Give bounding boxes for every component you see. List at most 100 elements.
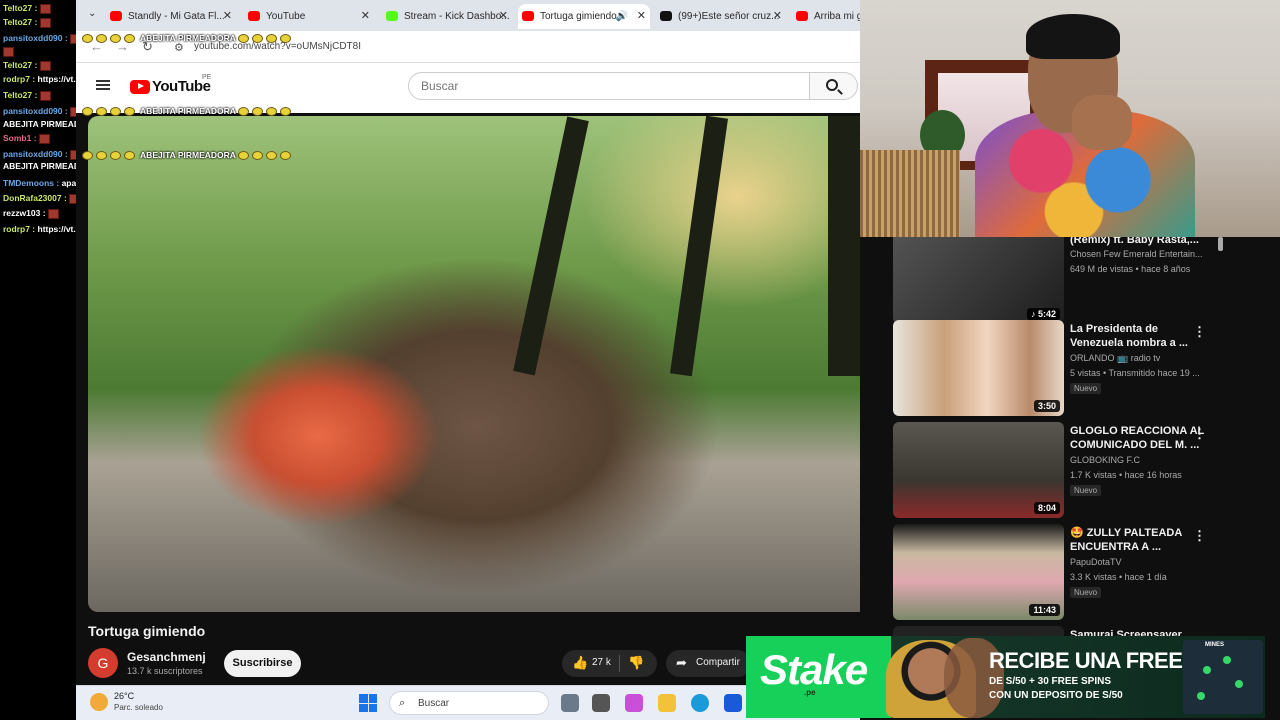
weather-sun-icon[interactable] — [90, 693, 108, 711]
youtube-logo[interactable]: YouTube — [130, 78, 211, 95]
recommendation-channel[interactable]: Chosen Few Emerald Entertain... — [1070, 249, 1203, 259]
webcam-chair — [860, 150, 960, 237]
more-options-icon[interactable]: ⋮ — [1193, 426, 1206, 442]
tab-bar: ⌄ Standly - Mi Gata Fl... ✕ YouTube ✕ St… — [76, 0, 860, 31]
taskbar-search[interactable]: ⌕ Buscar — [389, 691, 549, 715]
recommendation-title[interactable]: GLOGLO REACCIONA AL COMUNICADO DEL M. ..… — [1070, 424, 1205, 452]
chat-username[interactable]: Telto27 : — [3, 3, 37, 13]
chat-message: ABEJITA PIRMEADORA — [3, 160, 76, 172]
scrollbar-thumb[interactable] — [1218, 237, 1223, 251]
chat-overlay-line: ABEJITA PIRMEADORA — [82, 33, 294, 44]
edge-icon[interactable] — [691, 694, 709, 712]
divider — [619, 655, 620, 672]
video-thumbnail[interactable]: 3:50 — [893, 320, 1064, 416]
chat-username[interactable]: Telto27 : — [3, 17, 37, 27]
chat-emote-icon — [39, 17, 51, 28]
chat-emote-icon — [47, 208, 59, 219]
chat-username[interactable]: Somb1 : — [3, 133, 37, 143]
copilot-icon[interactable] — [625, 694, 643, 712]
video-player[interactable] — [88, 116, 860, 612]
dislike-icon[interactable]: 👎 — [628, 655, 644, 671]
recommendation-title[interactable]: 🤩 ZULLY PALTEADA ENCUENTRA A ... — [1070, 526, 1205, 554]
close-tab-icon[interactable]: ✕ — [499, 4, 508, 29]
chat-text: ABEJITA PIRMEADORA — [3, 161, 76, 171]
chat-emote-icon — [70, 106, 76, 117]
chat-username[interactable]: pansitoxdd090 : — [3, 33, 68, 43]
speaker-icon[interactable]: 🔊 — [616, 4, 628, 29]
recommendation-title[interactable]: La Presidenta de Venezuela nombra a ... — [1070, 322, 1205, 350]
close-tab-icon[interactable]: ✕ — [223, 4, 232, 29]
recommendation-item[interactable]: ♪ 5:42 (Remix) ft. Baby Rasta,... Chosen… — [893, 230, 1233, 324]
close-tab-icon[interactable]: ✕ — [361, 4, 370, 29]
youtube-play-icon — [130, 79, 150, 94]
terminal-icon[interactable] — [592, 694, 610, 712]
recommendation-meta: 1.7 K vistas • hace 16 horas — [1070, 470, 1182, 480]
start-button[interactable] — [359, 694, 377, 712]
search-input[interactable]: Buscar — [408, 72, 810, 100]
chat-username[interactable]: DonRafa23007 : — [3, 193, 67, 203]
recommendation-channel[interactable]: PapuDotaTV — [1070, 557, 1122, 567]
mines-label: MINES — [1205, 642, 1225, 648]
chat-username[interactable]: pansitoxdd090 : — [3, 106, 68, 116]
recommendation-item[interactable]: 3:50 La Presidenta de Venezuela nombra a… — [893, 320, 1233, 416]
tab-list-icon[interactable]: ⌄ — [88, 8, 96, 19]
chat-username[interactable]: TMDemoons : — [3, 178, 59, 188]
share-icon: ➦ — [676, 655, 687, 670]
chat-username[interactable]: pansitoxdd090 : — [3, 149, 68, 159]
menu-icon[interactable] — [96, 80, 110, 90]
recommendation-channel[interactable]: ORLANDO 📺 radio tv — [1070, 353, 1160, 364]
tab-youtube[interactable]: YouTube ✕ — [244, 4, 374, 29]
more-options-icon[interactable]: ⋮ — [1193, 324, 1206, 340]
share-button[interactable]: ➦ Compartir — [666, 650, 751, 677]
chat-emote-icon — [69, 193, 76, 204]
search-button[interactable] — [810, 72, 858, 100]
store-icon[interactable] — [724, 694, 742, 712]
close-tab-icon[interactable]: ✕ — [637, 4, 646, 29]
search-icon: ⌕ — [399, 697, 406, 709]
chat-username[interactable]: rodrp7 : — [3, 74, 35, 84]
search-icon — [826, 79, 838, 91]
subscribe-button[interactable]: Suscribirse — [224, 650, 301, 677]
recommendations-list: ♪ 5:42 (Remix) ft. Baby Rasta,... Chosen… — [893, 230, 1233, 640]
tab-tiktok[interactable]: (99+)Este señor cruz... ✕ — [656, 4, 786, 29]
chat-username[interactable]: Telto27 : — [3, 90, 37, 100]
tab-tortuga-gimiendo[interactable]: Tortuga gimiendo 🔊 ✕ — [518, 4, 650, 29]
recommendation-item[interactable]: 11:43 🤩 ZULLY PALTEADA ENCUENTRA A ... P… — [893, 524, 1233, 620]
video-thumbnail[interactable]: 8:04 — [893, 422, 1064, 518]
tab-arriba[interactable]: Arriba mi g... — [792, 4, 860, 29]
weather-temperature: 26°C — [114, 691, 135, 701]
file-explorer-icon[interactable] — [658, 694, 676, 712]
chat-username[interactable]: rodrp7 : — [3, 224, 35, 234]
subscriber-count: 13.7 k suscriptores — [127, 666, 203, 676]
chat-message: DonRafa23007 : — [3, 192, 76, 204]
region-code: PE — [202, 74, 212, 81]
tab-standly[interactable]: Standly - Mi Gata Fl... ✕ — [106, 4, 236, 29]
recommendation-channel[interactable]: GLOBOKING F.C — [1070, 455, 1140, 465]
gem-icon — [1223, 656, 1231, 664]
video-thumbnail[interactable]: 11:43 — [893, 524, 1064, 620]
tab-kick-dashboard[interactable]: Stream - Kick Dashbo... ✕ — [382, 4, 512, 29]
browser-window: ⌄ Standly - Mi Gata Fl... ✕ YouTube ✕ St… — [76, 0, 860, 690]
chat-emote-icon — [38, 133, 50, 144]
chat-username[interactable]: Telto27 : — [3, 60, 37, 70]
more-options-icon[interactable]: ⋮ — [1193, 528, 1206, 544]
close-tab-icon[interactable]: ✕ — [773, 4, 782, 29]
task-view-icon[interactable] — [561, 694, 579, 712]
video-duration: ♪ 5:42 — [1026, 308, 1060, 320]
new-badge: Nuevo — [1070, 485, 1102, 496]
chat-message — [3, 45, 14, 57]
like-icon[interactable]: 👍 — [572, 655, 588, 671]
taskbar-search-label: Buscar — [418, 698, 450, 709]
channel-name[interactable]: Gesanchmenj — [127, 650, 206, 664]
like-dislike-group: 👍 27 k 👎 — [562, 650, 657, 677]
webcam-person-hand — [1072, 95, 1132, 150]
chat-username[interactable]: rezzw103 : — [3, 208, 46, 218]
gem-icon — [1197, 692, 1205, 700]
video-thumbnail[interactable]: ♪ 5:42 — [893, 230, 1064, 324]
recommendation-meta: 5 vistas • Transmitido hace 19 ... — [1070, 368, 1200, 378]
tab-label: Stream - Kick Dashbo... — [404, 11, 510, 22]
channel-avatar[interactable]: G — [88, 648, 118, 678]
recommendation-item[interactable]: 8:04 GLOGLO REACCIONA AL COMUNICADO DEL … — [893, 422, 1233, 518]
ad-subline: CON UN DEPOSITO DE S/50 — [989, 690, 1123, 701]
stake-ad-banner[interactable]: Stake .pe RECIBE UNA FREEBET DE S/50 + 3… — [746, 636, 1265, 718]
